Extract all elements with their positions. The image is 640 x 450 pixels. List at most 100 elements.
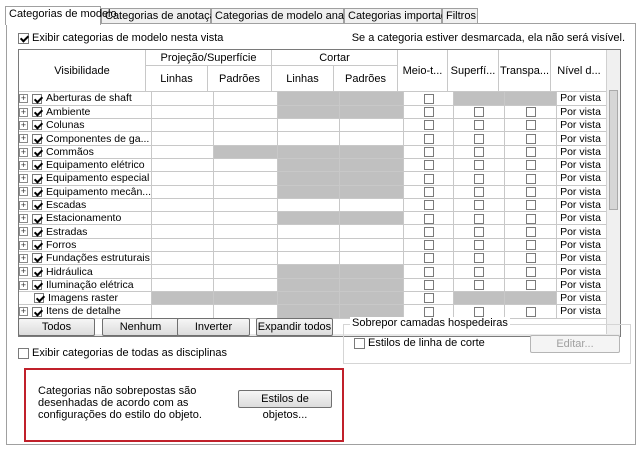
halftone-cell[interactable] <box>403 145 455 159</box>
table-row[interactable]: + Equipamento mecân... Por vista <box>19 185 615 199</box>
surface-transparency-checkbox[interactable] <box>474 107 485 118</box>
halftone-cell[interactable] <box>403 131 455 146</box>
halftone-checkbox[interactable] <box>423 186 434 197</box>
surface-transparency-checkbox[interactable] <box>474 173 485 184</box>
halftone-checkbox[interactable] <box>423 213 434 224</box>
expand-icon[interactable]: + <box>19 307 28 317</box>
transparency-cell[interactable] <box>504 278 558 292</box>
halftone-cell[interactable] <box>403 158 455 173</box>
expand-icon[interactable]: + <box>19 147 28 157</box>
transparency-cell[interactable] <box>504 264 558 279</box>
category-visibility-checkbox[interactable] <box>32 306 42 317</box>
expand-icon[interactable]: + <box>19 253 28 263</box>
surface-transparency-cell[interactable] <box>453 105 506 120</box>
cut-line-styles-checkbox[interactable] <box>354 337 365 349</box>
visibility-cell[interactable]: + Aberturas de shaft <box>19 92 153 106</box>
transparency-checkbox[interactable] <box>525 226 536 237</box>
transparency-cell[interactable] <box>504 145 558 159</box>
edit-button[interactable]: Editar... <box>530 335 620 353</box>
detail-level-cell[interactable]: Por vista <box>556 291 615 306</box>
halftone-cell[interactable] <box>403 251 455 266</box>
surface-transparency-cell[interactable] <box>453 224 506 239</box>
show-all-disciplines-option[interactable]: Exibir categorias de todas as disciplina… <box>18 347 227 359</box>
transparency-checkbox[interactable] <box>525 173 536 184</box>
halftone-checkbox[interactable] <box>423 147 434 158</box>
transparency-cell[interactable] <box>504 158 558 173</box>
surface-transparency-checkbox[interactable] <box>474 253 485 264</box>
visibility-cell[interactable]: + Ambiente <box>19 105 153 120</box>
projection-lines-cell[interactable] <box>151 145 215 159</box>
projection-patterns-cell[interactable] <box>213 158 279 173</box>
detail-level-cell[interactable]: Por vista <box>556 304 615 319</box>
table-row[interactable]: + Equipamento elétrico Por vista <box>19 158 615 173</box>
surface-transparency-checkbox[interactable] <box>474 226 485 237</box>
detail-level-cell[interactable]: Por vista <box>556 118 615 133</box>
projection-lines-cell[interactable] <box>151 158 215 173</box>
grid-vertical-scrollbar[interactable] <box>606 50 620 336</box>
detail-level-cell[interactable]: Por vista <box>556 131 615 146</box>
table-row[interactable]: + Ambiente Por vista <box>19 105 615 120</box>
surface-transparency-cell[interactable] <box>453 118 506 133</box>
projection-patterns-cell[interactable] <box>213 118 279 133</box>
category-visibility-checkbox[interactable] <box>32 160 42 171</box>
header-projection-patterns[interactable]: Padrões <box>208 66 272 92</box>
projection-patterns-cell[interactable] <box>213 92 279 106</box>
tab-analytical-model-categories[interactable]: Categorias de modelo analítico <box>211 8 367 24</box>
surface-transparency-cell[interactable] <box>453 131 506 146</box>
transparency-checkbox[interactable] <box>525 240 536 251</box>
halftone-checkbox[interactable] <box>423 120 434 131</box>
category-visibility-checkbox[interactable] <box>32 93 42 104</box>
table-row[interactable]: + Itens de detalhe Por vista <box>19 304 615 319</box>
projection-lines-cell[interactable] <box>151 224 215 239</box>
transparency-checkbox[interactable] <box>525 107 536 118</box>
detail-level-cell[interactable]: Por vista <box>556 278 615 292</box>
transparency-cell[interactable] <box>504 171 558 186</box>
projection-lines-cell[interactable] <box>151 251 215 266</box>
expand-icon[interactable]: + <box>19 107 28 117</box>
projection-patterns-cell[interactable] <box>213 198 279 213</box>
visibility-cell[interactable]: + Estradas <box>19 224 153 239</box>
transparency-checkbox[interactable] <box>525 280 536 291</box>
projection-lines-cell[interactable] <box>151 238 215 253</box>
detail-level-cell[interactable]: Por vista <box>556 171 615 186</box>
projection-patterns-cell[interactable] <box>213 185 279 199</box>
category-visibility-checkbox[interactable] <box>32 240 42 251</box>
detail-level-cell[interactable]: Por vista <box>556 238 615 253</box>
category-visibility-checkbox[interactable] <box>32 253 42 264</box>
projection-patterns-cell[interactable] <box>213 131 279 146</box>
halftone-cell[interactable] <box>403 118 455 133</box>
surface-transparency-checkbox[interactable] <box>474 280 485 291</box>
header-detail-level[interactable]: Nível d... <box>551 50 608 92</box>
table-row[interactable]: Imagens raster Por vista <box>19 291 615 306</box>
select-none-button[interactable]: Nenhum <box>102 318 179 336</box>
projection-lines-cell[interactable] <box>151 185 215 199</box>
visibility-cell[interactable]: + Iluminação elétrica <box>19 278 153 292</box>
detail-level-cell[interactable]: Por vista <box>556 92 615 106</box>
transparency-cell[interactable] <box>504 131 558 146</box>
halftone-cell[interactable] <box>403 211 455 226</box>
transparency-cell[interactable] <box>504 198 558 213</box>
cut-patterns-cell[interactable] <box>339 118 405 133</box>
cut-patterns-cell[interactable] <box>339 238 405 253</box>
surface-transparency-checkbox[interactable] <box>474 240 485 251</box>
tab-model-categories[interactable]: Categorias de modelo <box>5 6 117 25</box>
detail-level-cell[interactable]: Por vista <box>556 198 615 213</box>
halftone-checkbox[interactable] <box>423 253 434 264</box>
surface-transparency-checkbox[interactable] <box>474 213 485 224</box>
halftone-checkbox[interactable] <box>423 93 434 104</box>
halftone-checkbox[interactable] <box>423 240 434 251</box>
header-cut-lines[interactable]: Linhas <box>272 66 334 92</box>
projection-patterns-cell[interactable] <box>213 224 279 239</box>
expand-icon[interactable]: + <box>19 187 28 197</box>
cut-line-styles-option[interactable]: Estilos de linha de corte <box>354 337 485 349</box>
transparency-cell[interactable] <box>504 238 558 253</box>
surface-transparency-cell[interactable] <box>453 278 506 292</box>
visibility-cell[interactable]: + Estacionamento <box>19 211 153 226</box>
expand-icon[interactable]: + <box>19 280 28 290</box>
halftone-checkbox[interactable] <box>423 107 434 118</box>
cut-patterns-cell[interactable] <box>339 251 405 266</box>
projection-lines-cell[interactable] <box>151 131 215 146</box>
header-transparency[interactable]: Transpa... <box>499 50 551 92</box>
detail-level-cell[interactable]: Por vista <box>556 224 615 239</box>
halftone-cell[interactable] <box>403 264 455 279</box>
